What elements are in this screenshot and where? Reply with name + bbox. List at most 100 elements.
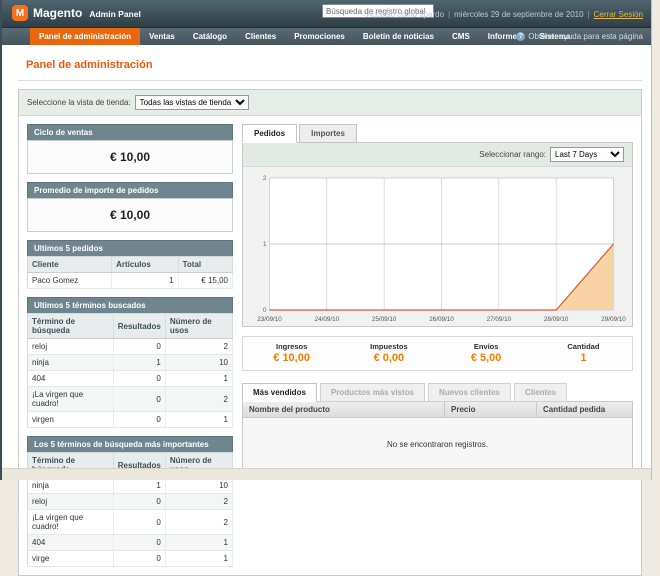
col-header: Nombre del producto xyxy=(243,402,444,417)
tab-pedidos[interactable]: Pedidos xyxy=(242,124,297,143)
store-view-bar: Seleccione la vista de tienda: Todas las… xyxy=(19,90,641,116)
tab-productos-mas-vistos[interactable]: Productos más vistos xyxy=(320,383,425,402)
nav-item-newsletter[interactable]: Boletín de noticias xyxy=(354,28,443,45)
magento-logo: M Magento Admin Panel xyxy=(12,5,141,21)
admin-window: M Magento Admin Panel Accedió como apard… xyxy=(0,0,652,480)
avg-order-value: € 10,00 xyxy=(27,198,233,232)
separator: | xyxy=(588,10,590,19)
dashboard-main-panel: Pedidos Importes Seleccionar rango: Last… xyxy=(242,124,633,471)
separator: | xyxy=(448,10,450,19)
nav-item-dashboard[interactable]: Panel de administración xyxy=(30,28,140,45)
nav-item-catalog[interactable]: Catálogo xyxy=(184,28,236,45)
widget-sales-cycle: Ciclo de ventas € 10,00 xyxy=(27,124,233,174)
get-help-link[interactable]: ? Obtener ayuda para esta página xyxy=(516,28,643,45)
range-select[interactable]: Last 7 Days xyxy=(550,147,624,162)
store-view-select[interactable]: Todas las vistas de tienda xyxy=(135,95,249,110)
widget-avg-order: Promedio de importe de pedidos € 10,00 xyxy=(27,182,233,232)
table-row[interactable]: virge 0 1 xyxy=(28,551,233,567)
dashboard-content: Seleccione la vista de tienda: Todas las… xyxy=(18,89,642,576)
current-date: miércoles 29 de septiembre de 2010 xyxy=(454,10,583,19)
logout-link[interactable]: Cerrar Sesión xyxy=(594,10,643,19)
stat-label: Impuestos xyxy=(340,342,437,351)
table-row[interactable]: ¡La virgen que cuadro! 0 2 xyxy=(28,387,233,412)
svg-text:23/09/10: 23/09/10 xyxy=(257,316,282,323)
col-header: Resultados xyxy=(113,314,165,339)
widget-title: Promedio de importe de pedidos xyxy=(27,182,233,198)
sales-cycle-value: € 10,00 xyxy=(27,140,233,174)
range-bar: Seleccionar rango: Last 7 Days xyxy=(243,143,632,167)
table-row[interactable]: reloj 0 2 xyxy=(28,494,233,510)
svg-text:0: 0 xyxy=(263,307,267,314)
col-header: Cantidad pedida xyxy=(536,402,632,417)
stat-ingresos: Ingresos € 10,00 xyxy=(243,342,340,364)
table-row[interactable]: ¡La virgen que cuadro! 0 2 xyxy=(28,510,233,535)
products-table: Nombre del producto Precio Cantidad pedi… xyxy=(242,401,633,471)
range-label: Seleccionar rango: xyxy=(479,150,546,159)
totals-bar: Ingresos € 10,00 Impuestos € 0,00 Envíos… xyxy=(242,336,633,371)
nav-item-promotions[interactable]: Promociones xyxy=(285,28,354,45)
chart-tabs: Pedidos Importes xyxy=(242,124,633,143)
stat-value: € 5,00 xyxy=(438,352,535,364)
main-nav: Panel de administración Ventas Catálogo … xyxy=(2,28,651,45)
stat-label: Envíos xyxy=(438,342,535,351)
orders-chart: 0 1 2 23/09/10 24/09/10 25/09/10 26/09/10 27/09… xyxy=(243,167,632,326)
header-user-info: Accedió como apardo | miércoles 29 de se… xyxy=(367,0,643,28)
stat-cantidad: Cantidad 1 xyxy=(535,342,632,364)
svg-text:26/09/10: 26/09/10 xyxy=(429,316,454,323)
svg-text:29/09/10: 29/09/10 xyxy=(601,316,626,323)
svg-text:27/09/10: 27/09/10 xyxy=(487,316,512,323)
stat-envios: Envíos € 5,00 xyxy=(438,342,535,364)
logo-subtext: Admin Panel xyxy=(89,9,140,19)
magento-logo-icon: M xyxy=(12,5,28,21)
stat-value: € 10,00 xyxy=(243,352,340,364)
svg-text:2: 2 xyxy=(263,175,267,182)
table-row[interactable]: 404 0 1 xyxy=(28,371,233,387)
col-header: Artículos xyxy=(112,257,179,273)
store-view-label: Seleccione la vista de tienda: xyxy=(27,98,131,107)
col-header: Término de búsqueda xyxy=(28,314,114,339)
col-header: Total xyxy=(178,257,232,273)
nav-item-customers[interactable]: Clientes xyxy=(236,28,285,45)
table-row[interactable]: Paco Gomez 1 € 15,00 xyxy=(28,273,233,289)
widget-title: Ultimos 5 términos buscados xyxy=(27,297,233,313)
nav-item-sales[interactable]: Ventas xyxy=(140,28,184,45)
col-header: Número de usos xyxy=(165,314,232,339)
svg-text:28/09/10: 28/09/10 xyxy=(544,316,569,323)
widget-last-orders: Ultimos 5 pedidos Cliente Artículos Tota… xyxy=(27,240,233,289)
tab-clientes[interactable]: Clientes xyxy=(514,383,567,402)
logged-in-as: Accedió como apardo xyxy=(367,10,444,19)
table-row[interactable]: reloj 0 2 xyxy=(28,339,233,355)
nav-item-cms[interactable]: CMS xyxy=(443,28,479,45)
tab-importes[interactable]: Importes xyxy=(299,124,357,143)
widget-title: Los 5 términos de búsqueda más important… xyxy=(27,436,233,452)
bottom-tabs: Más vendidos Productos más vistos Nuevos… xyxy=(242,383,633,402)
stat-impuestos: Impuestos € 0,00 xyxy=(340,342,437,364)
tab-nuevos-clientes[interactable]: Nuevos clientes xyxy=(428,383,511,402)
title-bar: Panel de administración xyxy=(18,53,642,81)
table-row[interactable]: virgen 0 1 xyxy=(28,412,233,428)
svg-text:25/09/10: 25/09/10 xyxy=(372,316,397,323)
chart-panel: Seleccionar rango: Last 7 Days 0 1 2 23/09/… xyxy=(242,142,633,327)
tab-mas-vendidos[interactable]: Más vendidos xyxy=(242,383,317,402)
help-icon: ? xyxy=(516,32,525,41)
help-label: Obtener ayuda para esta página xyxy=(528,32,643,41)
orders-chart-svg: 0 1 2 23/09/10 24/09/10 25/09/10 26/09/10 27/09… xyxy=(249,172,626,324)
widget-last-search-terms: Ultimos 5 términos buscados Término de b… xyxy=(27,297,233,428)
top-header: M Magento Admin Panel Accedió como apard… xyxy=(2,0,651,28)
stat-label: Cantidad xyxy=(535,342,632,351)
stat-value: 1 xyxy=(535,352,632,364)
col-header: Cliente xyxy=(28,257,112,273)
page-footer xyxy=(2,468,651,480)
products-table-header: Nombre del producto Precio Cantidad pedi… xyxy=(243,402,632,418)
svg-text:1: 1 xyxy=(263,241,267,248)
page-title: Panel de administración xyxy=(26,59,153,71)
widget-title: Ciclo de ventas xyxy=(27,124,233,140)
widget-title: Ultimos 5 pedidos xyxy=(27,240,233,256)
table-row[interactable]: ninja 1 10 xyxy=(28,355,233,371)
stat-label: Ingresos xyxy=(243,342,340,351)
left-widgets-column: Ciclo de ventas € 10,00 Promedio de impo… xyxy=(27,124,233,567)
table-row[interactable]: 404 0 1 xyxy=(28,535,233,551)
svg-text:24/09/10: 24/09/10 xyxy=(315,316,340,323)
empty-records-message: No se encontraron registros. xyxy=(243,418,632,470)
col-header: Precio xyxy=(444,402,536,417)
